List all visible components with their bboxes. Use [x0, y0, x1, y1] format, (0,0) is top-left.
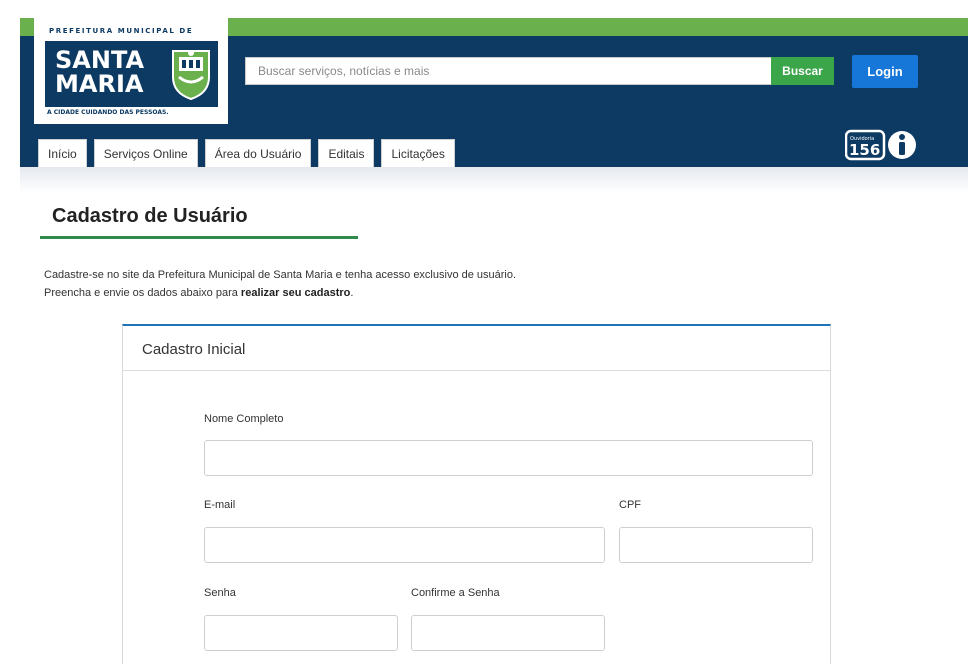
ouvidoria-156-info-icon[interactable]: Ouvidoria 156	[845, 128, 917, 162]
header-shadow	[20, 167, 968, 193]
intro-line-2: Preencha e envie os dados abaixo para re…	[44, 284, 516, 302]
intro-line-2-bold: realizar seu cadastro	[240, 287, 351, 299]
nome-completo-input[interactable]	[204, 440, 813, 476]
email-label: E-mail	[204, 499, 236, 511]
intro-text: Cadastre-se no site da Prefeitura Munici…	[44, 266, 516, 302]
logo-tagline: A CIDADE CUIDANDO DAS PESSOAS.	[47, 109, 169, 116]
intro-line-2-prefix: Preencha e envie os dados abaixo para	[44, 287, 241, 299]
logo-emblem: SANTA MARIA	[45, 41, 218, 107]
intro-line-2-suffix: .	[350, 287, 354, 299]
title-underline	[40, 236, 358, 239]
city-crest-icon	[172, 50, 210, 101]
logo-word-santa: SANTA	[55, 46, 145, 74]
login-button[interactable]: Login	[852, 55, 918, 88]
tab-inicio[interactable]: Início	[38, 139, 87, 167]
ouvidoria-number: 156	[849, 141, 880, 159]
tab-editais[interactable]: Editais	[318, 139, 375, 167]
prefeitura-logo[interactable]: PREFEITURA MUNICIPAL DE SANTA MARIA A CI…	[34, 18, 228, 124]
email-input[interactable]	[204, 527, 605, 563]
logo-top-text: PREFEITURA MUNICIPAL DE	[49, 27, 194, 35]
search-input[interactable]	[245, 57, 772, 85]
page-title: Cadastro de Usuário	[52, 205, 248, 227]
search-button[interactable]: Buscar	[771, 57, 834, 85]
logo-word-maria: MARIA	[55, 70, 144, 98]
intro-line-1: Cadastre-se no site da Prefeitura Munici…	[44, 269, 517, 281]
card-header: Cadastro Inicial	[123, 326, 830, 371]
tab-licitacoes[interactable]: Licitações	[381, 139, 455, 167]
senha-input[interactable]	[204, 615, 398, 651]
nome-label: Nome Completo	[204, 413, 284, 425]
confirme-senha-input[interactable]	[411, 615, 605, 651]
tab-servicos-online[interactable]: Serviços Online	[93, 139, 198, 167]
cpf-input[interactable]	[619, 527, 813, 563]
confirme-senha-label: Confirme a Senha	[411, 587, 500, 599]
tab-area-do-usuario[interactable]: Área do Usuário	[204, 139, 312, 167]
senha-label: Senha	[204, 587, 236, 599]
cadastro-card: Cadastro Inicial Nome Completo E-mail CP…	[122, 324, 831, 664]
main-nav-tabs: Início Serviços Online Área do Usuário E…	[38, 139, 455, 167]
card-title: Cadastro Inicial	[142, 341, 246, 358]
cpf-label: CPF	[619, 499, 641, 511]
